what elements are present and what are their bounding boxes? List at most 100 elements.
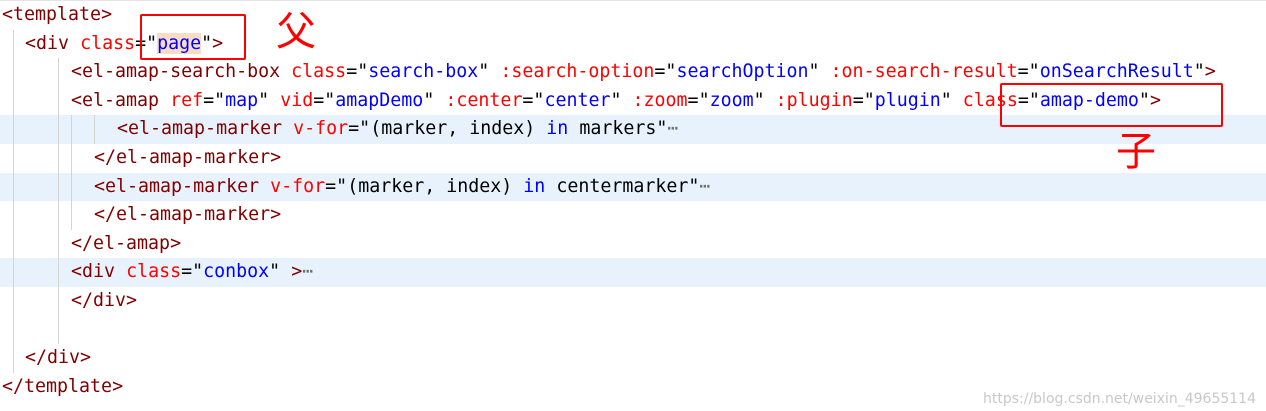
fold-ellipsis-icon[interactable]: ⋯ [302, 261, 313, 282]
code-token: " [324, 89, 336, 111]
code-line[interactable]: </div> [0, 287, 1266, 316]
fold-ellipsis-icon[interactable]: ⋯ [699, 176, 710, 197]
code-token: = [852, 89, 864, 111]
code-token: " [808, 61, 820, 83]
code-token: search-box [368, 61, 479, 83]
code-token: " [610, 89, 622, 111]
code-line[interactable]: </div> [0, 344, 1266, 373]
code-token: ref [170, 89, 204, 111]
annotation-box-child [1000, 83, 1223, 127]
code-token: < [71, 261, 83, 283]
code-token: = [687, 89, 699, 111]
code-token: template [24, 375, 113, 397]
indent-guide [71, 115, 72, 230]
code-token: div [82, 261, 116, 283]
code-token: " [478, 61, 490, 83]
code-token: < [71, 61, 83, 83]
code-token: " [533, 89, 545, 111]
code-token: = [325, 175, 337, 197]
code-token: " [214, 89, 226, 111]
code-token: < [117, 118, 129, 140]
code-token: " [359, 118, 371, 140]
code-token: > [270, 204, 282, 226]
code-token: " [688, 175, 700, 197]
code-token: = [181, 261, 193, 283]
code-line[interactable]: </el-amap-marker> [0, 144, 1266, 173]
code-token: template [13, 4, 102, 25]
code-token: el-amap-marker [128, 118, 283, 140]
code-token: </ [94, 147, 117, 168]
code-token: " [1028, 61, 1040, 83]
code-token: " [656, 118, 668, 140]
code-token: " [753, 89, 765, 111]
code-token: = [654, 61, 666, 83]
code-token: (marker, index) [370, 118, 547, 140]
code-line[interactable] [0, 316, 1266, 345]
code-token: > [112, 375, 124, 397]
code-token: el-amap-search-box [82, 61, 281, 83]
code-token: " [269, 261, 281, 283]
code-token: :plugin [775, 89, 853, 111]
code-token: = [313, 89, 325, 111]
code-line[interactable]: </el-amap-marker> [0, 201, 1266, 230]
code-token: centermarker [545, 175, 689, 197]
code-token: " [1193, 61, 1205, 83]
indent-guide [94, 115, 95, 144]
code-token: v-for [293, 118, 349, 140]
code-token: class [126, 261, 182, 283]
code-token: " [258, 89, 270, 111]
code-token: < [94, 175, 106, 197]
code-token: el-amap-marker [116, 147, 271, 168]
code-token: " [940, 89, 952, 111]
code-token: = [522, 89, 534, 111]
fold-ellipsis-icon[interactable]: ⋯ [667, 118, 678, 139]
code-token: </ [71, 290, 94, 311]
indent-guide [58, 58, 59, 345]
code-token: </ [71, 232, 94, 254]
code-line[interactable]: <div class="conbox" >⋯ [0, 258, 1266, 287]
code-token: div [36, 32, 70, 54]
code-token: map [225, 89, 259, 111]
code-token: conbox [203, 261, 270, 283]
code-token: " [336, 175, 348, 197]
code-token: > [170, 232, 182, 254]
code-token: vid [280, 89, 314, 111]
code-token: amapDemo [335, 89, 424, 111]
code-token: " [665, 61, 677, 83]
code-token: < [25, 32, 37, 54]
code-token: class [80, 32, 136, 54]
code-token: center [544, 89, 611, 111]
code-token: v-for [270, 175, 326, 197]
code-token: = [203, 89, 215, 111]
code-token: el-amap [82, 89, 160, 111]
code-editor[interactable]: <template> <div class="page"> <el-amap-sea… [0, 0, 1266, 411]
code-line[interactable]: <el-amap-marker v-for="(marker, index) i… [0, 172, 1266, 202]
code-token: el-amap-marker [116, 204, 271, 226]
code-token: div [47, 347, 81, 369]
code-token: plugin [874, 89, 941, 111]
code-line[interactable]: </el-amap> [0, 230, 1266, 259]
code-token: el-amap [93, 232, 171, 254]
indent-guide [13, 29, 14, 373]
code-token: (marker, index) [347, 175, 524, 197]
code-token: = [348, 118, 360, 140]
code-token: > [101, 4, 113, 25]
annotation-child-label: 子 [1116, 129, 1156, 175]
code-token: in [546, 118, 569, 140]
code-token: = [346, 61, 358, 83]
code-token: in [523, 175, 546, 197]
code-token: </ [25, 347, 48, 369]
